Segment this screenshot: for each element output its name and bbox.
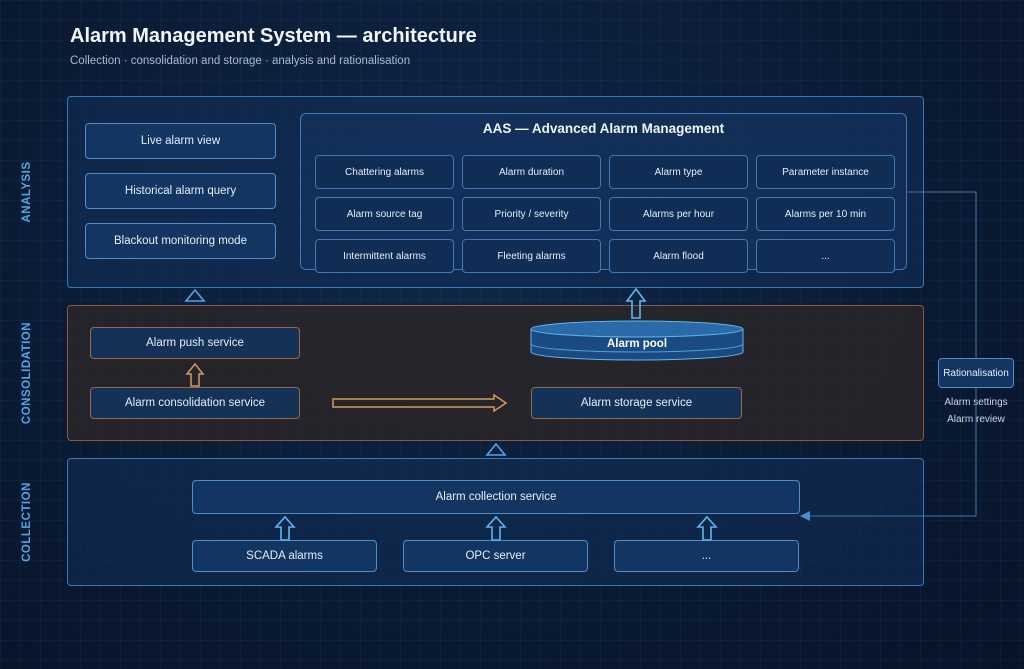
rationalisation-box[interactable]: Rationalisation	[938, 358, 1014, 388]
metric-intermittent-alarms[interactable]: Intermittent alarms	[315, 239, 454, 273]
source-scada-alarms[interactable]: SCADA alarms	[192, 540, 377, 572]
metric-more[interactable]: ...	[756, 239, 895, 273]
live-alarm-view[interactable]: Live alarm view	[85, 123, 276, 159]
consolidation-layer	[67, 305, 924, 441]
metric-alarm-type[interactable]: Alarm type	[609, 155, 748, 189]
alarm-settings-label: Alarm settings	[944, 397, 1008, 408]
layer-label-analysis: ANALYSIS	[21, 161, 33, 223]
alarm-review-label: Alarm review	[947, 414, 1005, 425]
layer-label-collection: COLLECTION	[21, 482, 33, 562]
alarm-storage-service[interactable]: Alarm storage service	[531, 387, 742, 419]
metric-alarm-duration[interactable]: Alarm duration	[462, 155, 601, 189]
triangle-up-icon	[184, 288, 206, 302]
alarm-pool-label[interactable]: Alarm pool	[531, 338, 743, 350]
triangle-up-icon	[485, 442, 507, 456]
metric-alarm-source-tag[interactable]: Alarm source tag	[315, 197, 454, 231]
metric-alarm-flood[interactable]: Alarm flood	[609, 239, 748, 273]
metric-priority-severity[interactable]: Priority / severity	[462, 197, 601, 231]
alarm-collection-service[interactable]: Alarm collection service	[192, 480, 800, 514]
diagram-subtitle: Collection · consolidation and storage ·…	[70, 55, 411, 67]
source-more[interactable]: ...	[614, 540, 799, 572]
metric-chattering-alarms[interactable]: Chattering alarms	[315, 155, 454, 189]
alarm-push-service[interactable]: Alarm push service	[90, 327, 300, 359]
alarm-consolidation-service[interactable]: Alarm consolidation service	[90, 387, 300, 419]
diagram-title: Alarm Management System — architecture	[70, 25, 477, 47]
metric-fleeting-alarms[interactable]: Fleeting alarms	[462, 239, 601, 273]
aas-title: AAS — Advanced Alarm Management	[482, 121, 725, 136]
metric-parameter-instance[interactable]: Parameter instance	[756, 155, 895, 189]
blackout-monitoring-mode[interactable]: Blackout monitoring mode	[85, 223, 276, 259]
metric-alarms-per-10-min[interactable]: Alarms per 10 min	[756, 197, 895, 231]
layer-label-consolidation: CONSOLIDATION	[21, 321, 33, 425]
metric-alarms-per-hour[interactable]: Alarms per hour	[609, 197, 748, 231]
historical-alarm-query[interactable]: Historical alarm query	[85, 173, 276, 209]
source-opc-server[interactable]: OPC server	[403, 540, 588, 572]
